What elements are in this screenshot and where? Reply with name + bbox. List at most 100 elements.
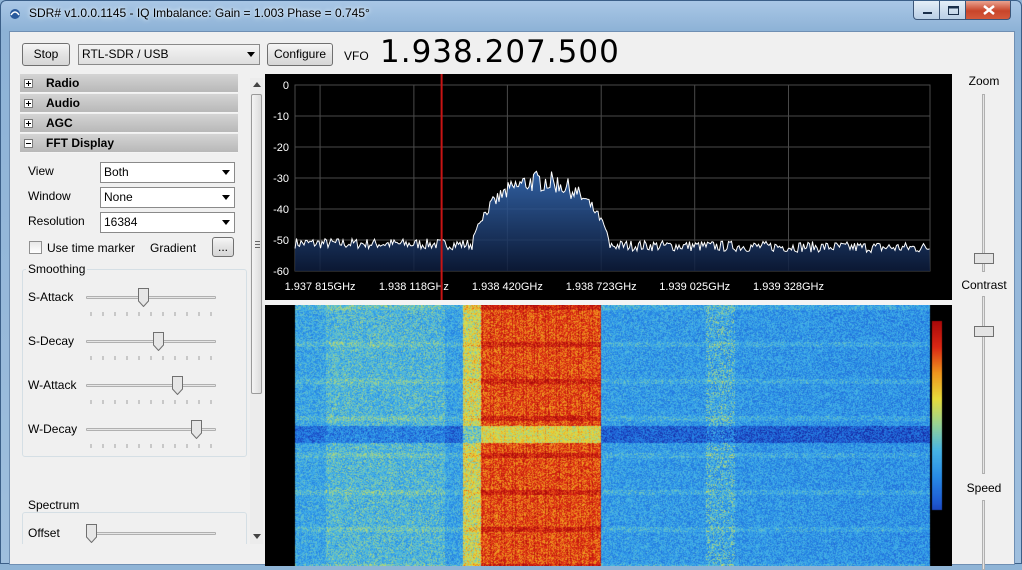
chevron-down-icon bbox=[222, 220, 230, 225]
zoom-slider[interactable] bbox=[982, 94, 985, 272]
offset-slider-thumb[interactable] bbox=[86, 524, 97, 543]
title-bar[interactable]: SDR# v1.0.0.1145 - IQ Imbalance: Gain = … bbox=[1, 1, 1021, 27]
y-tick-label: -10 bbox=[273, 111, 289, 123]
stop-button[interactable]: Stop bbox=[22, 43, 70, 66]
scrollbar-thumb[interactable] bbox=[251, 94, 262, 394]
waterfall-display[interactable] bbox=[265, 305, 952, 566]
slider-label: W-Decay bbox=[28, 422, 78, 436]
time-marker-checkbox[interactable] bbox=[29, 241, 42, 254]
x-tick-label: 1.939 025GHz bbox=[659, 281, 730, 293]
settings-panel: Radio Audio AGC FFT Display View Both Wi… bbox=[20, 74, 248, 544]
chevron-down-icon bbox=[222, 170, 230, 175]
smoothing-title: Smoothing bbox=[26, 262, 88, 276]
window-select[interactable]: None bbox=[100, 187, 235, 208]
scroll-up-icon[interactable] bbox=[253, 82, 261, 87]
grip-icon bbox=[255, 241, 260, 248]
window-title: SDR# v1.0.0.1145 - IQ Imbalance: Gain = … bbox=[29, 6, 370, 20]
x-tick-label: 1.937 815GHz bbox=[285, 281, 356, 293]
s-attack-slider[interactable] bbox=[86, 296, 216, 299]
gradient-label: Gradient bbox=[150, 241, 197, 255]
right-controls: Zoom Contrast Speed bbox=[952, 74, 1016, 570]
s-attack-slider-thumb[interactable] bbox=[138, 288, 150, 307]
contrast-slider[interactable] bbox=[982, 296, 985, 474]
expand-icon[interactable] bbox=[24, 99, 33, 108]
section-label: Audio bbox=[46, 96, 80, 110]
slider-ticks bbox=[90, 444, 212, 448]
minimize-button[interactable] bbox=[913, 1, 940, 20]
x-tick-label: 1.938 420GHz bbox=[472, 281, 543, 293]
slider-ticks bbox=[90, 400, 212, 404]
resolution-label: Resolution bbox=[28, 214, 85, 228]
slider-label: S-Decay bbox=[28, 334, 75, 348]
y-tick-label: -30 bbox=[273, 173, 289, 185]
x-tick-label: 1.938 118GHz bbox=[379, 281, 449, 293]
section-fft-display[interactable]: FFT Display bbox=[20, 134, 238, 153]
device-select-value: RTL-SDR / USB bbox=[82, 47, 169, 61]
minimize-icon bbox=[923, 12, 932, 14]
slider-label: S-Attack bbox=[28, 290, 74, 304]
zoom-slider-thumb[interactable] bbox=[974, 252, 994, 264]
offset-slider[interactable] bbox=[86, 532, 216, 535]
chevron-down-icon bbox=[247, 52, 255, 57]
chevron-down-icon bbox=[222, 195, 230, 200]
y-tick-label: 0 bbox=[283, 80, 289, 92]
configure-button[interactable]: Configure bbox=[267, 43, 333, 66]
x-tick-label: 1.938 723GHz bbox=[566, 281, 637, 293]
y-tick-label: -20 bbox=[273, 142, 289, 154]
spectrum-display[interactable]: 0 -10 -20 -30 -40 -50 -60 1.937 815GHz 1.938 118… bbox=[265, 74, 952, 300]
view-label: View bbox=[28, 164, 54, 178]
maximize-icon bbox=[948, 6, 959, 15]
w-attack-slider-thumb[interactable] bbox=[171, 376, 183, 395]
s-decay-slider-thumb[interactable] bbox=[152, 332, 164, 351]
spectrum-chart: 0 -10 -20 -30 -40 -50 -60 1.937 815GHz 1.938 118… bbox=[273, 74, 931, 300]
expand-icon[interactable] bbox=[24, 79, 33, 88]
gradient-button[interactable]: ... bbox=[212, 237, 234, 257]
slider-ticks bbox=[90, 356, 212, 360]
contrast-label: Contrast bbox=[961, 278, 1007, 292]
panel-scrollbar[interactable] bbox=[250, 78, 263, 544]
y-tick-label: -40 bbox=[273, 204, 289, 216]
section-label: AGC bbox=[46, 116, 73, 130]
vfo-label: VFO bbox=[344, 49, 369, 63]
slider-label: Offset bbox=[28, 526, 60, 540]
speed-label: Speed bbox=[966, 481, 1002, 495]
slider-label: W-Attack bbox=[28, 378, 77, 392]
expand-icon[interactable] bbox=[24, 119, 33, 128]
window-select-value: None bbox=[104, 190, 133, 204]
section-audio[interactable]: Audio bbox=[20, 94, 238, 113]
slider-ticks bbox=[90, 312, 212, 316]
contrast-slider-thumb[interactable] bbox=[974, 326, 994, 338]
x-tick-label: 1.939 328GHz bbox=[753, 281, 824, 293]
resolution-select-value: 16384 bbox=[104, 215, 138, 229]
vfo-frequency[interactable]: 1.938.207.500 bbox=[380, 34, 620, 70]
close-icon bbox=[983, 5, 995, 15]
waterfall-canvas bbox=[265, 305, 952, 566]
maximize-button[interactable] bbox=[939, 1, 966, 20]
section-label: Radio bbox=[46, 76, 80, 90]
resolution-select[interactable]: 16384 bbox=[100, 212, 235, 233]
top-toolbar: Stop RTL-SDR / USB Configure VFO 1.938.2… bbox=[10, 32, 1016, 74]
app-window: SDR# v1.0.0.1145 - IQ Imbalance: Gain = … bbox=[0, 0, 1022, 570]
client-area: Stop RTL-SDR / USB Configure VFO 1.938.2… bbox=[9, 31, 1016, 570]
section-radio[interactable]: Radio bbox=[20, 74, 238, 93]
spectrum-title: Spectrum bbox=[26, 498, 82, 512]
time-marker-label[interactable]: Use time marker bbox=[47, 241, 135, 255]
section-label: FFT Display bbox=[46, 136, 115, 150]
zoom-label: Zoom bbox=[968, 74, 1000, 88]
window-label: Window bbox=[28, 189, 71, 203]
scroll-down-icon[interactable] bbox=[253, 534, 261, 539]
s-decay-slider[interactable] bbox=[86, 340, 216, 343]
w-decay-slider-thumb[interactable] bbox=[190, 420, 202, 439]
y-tick-label: -50 bbox=[273, 235, 289, 247]
speed-slider[interactable] bbox=[982, 500, 985, 570]
spectrum-fill bbox=[295, 171, 930, 271]
y-tick-label: -60 bbox=[273, 266, 289, 278]
view-select[interactable]: Both bbox=[100, 162, 235, 183]
close-button[interactable] bbox=[965, 1, 1011, 20]
sdr-app-icon bbox=[10, 9, 20, 19]
collapse-icon[interactable] bbox=[24, 139, 33, 148]
device-select[interactable]: RTL-SDR / USB bbox=[78, 44, 260, 65]
section-agc[interactable]: AGC bbox=[20, 114, 238, 133]
w-attack-slider[interactable] bbox=[86, 384, 216, 387]
view-select-value: Both bbox=[104, 165, 129, 179]
